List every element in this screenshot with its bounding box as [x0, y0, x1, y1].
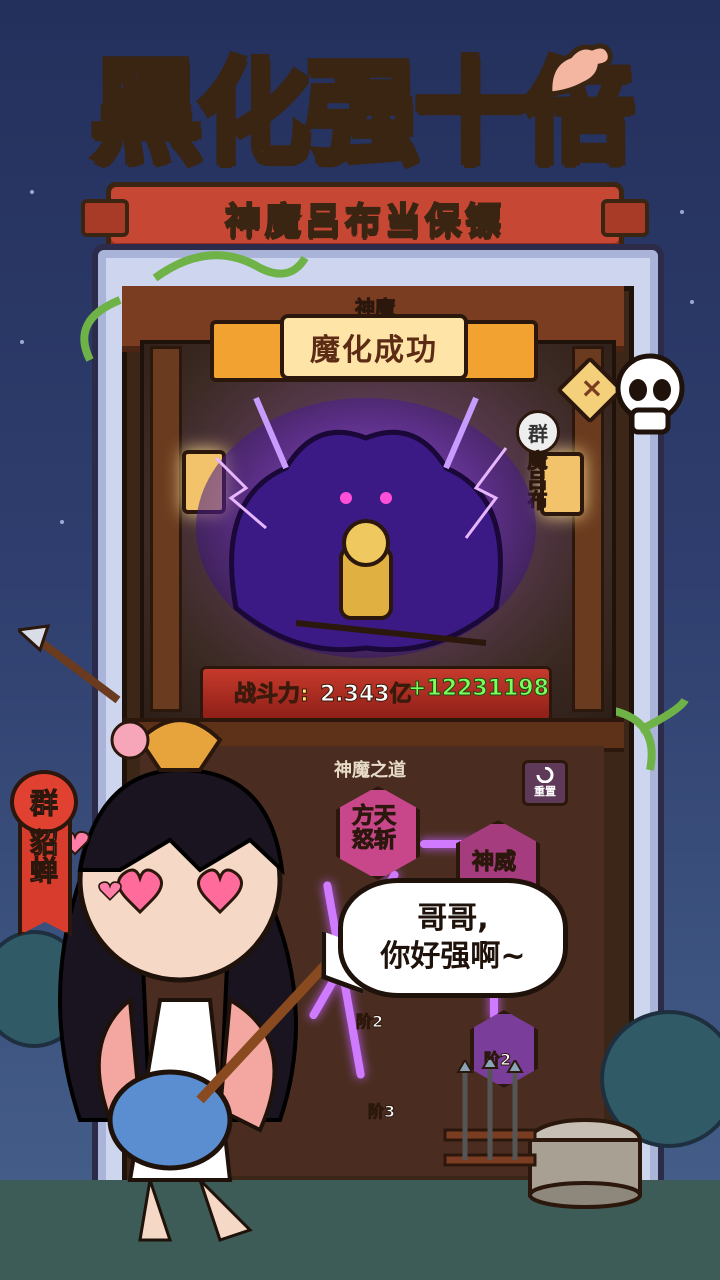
reset-icon	[536, 767, 554, 783]
result-banner: 魔化成功	[280, 314, 468, 380]
muscle-arm-icon	[547, 43, 613, 97]
arrow-decoration	[18, 624, 121, 704]
reset-button[interactable]: 重置	[522, 760, 568, 806]
reset-label: 重置	[534, 785, 556, 798]
speech-bubble: 哥哥, 你好强啊~	[338, 878, 568, 998]
demon-lubu-figure	[196, 396, 536, 658]
companion-name: 貂蝉	[26, 828, 60, 885]
subtitle-text: 神魔吕布当保镖	[224, 200, 505, 243]
heart-icon	[98, 881, 122, 901]
vine-decoration	[80, 296, 122, 362]
result-banner-text: 魔化成功	[310, 333, 438, 368]
weapon-rack	[443, 1060, 537, 1167]
close-icon[interactable]: ×	[572, 368, 612, 408]
speech-line-2: 你好强啊~	[380, 939, 526, 974]
power-delta: +12231198	[408, 676, 550, 702]
speech-line-1: 哥哥,	[417, 901, 489, 936]
skull-icon	[615, 353, 685, 435]
companion-faction-badge: 群	[10, 770, 78, 834]
